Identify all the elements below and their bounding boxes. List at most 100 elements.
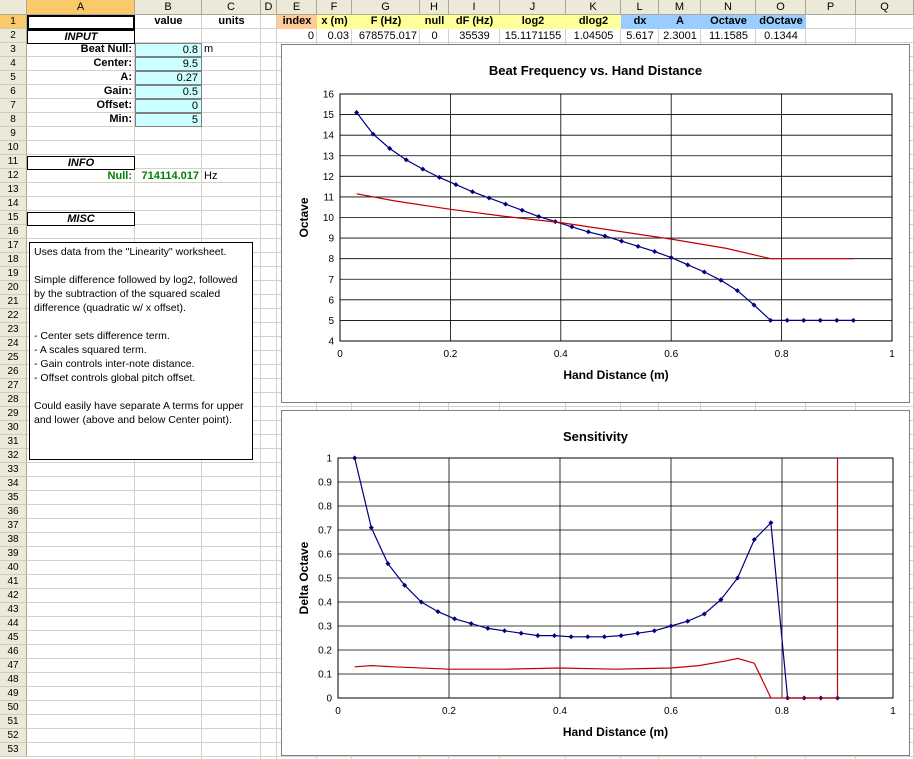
- header-units[interactable]: units: [202, 15, 261, 29]
- param-value-input[interactable]: 5: [135, 113, 202, 127]
- row-header-15[interactable]: 15: [0, 211, 27, 225]
- selected-cell-a1[interactable]: [27, 15, 135, 30]
- row2-f[interactable]: 678575.017: [352, 30, 420, 44]
- header-dx[interactable]: dx: [621, 15, 659, 29]
- row-header-8[interactable]: 8: [0, 113, 27, 127]
- row-header-51[interactable]: 51: [0, 715, 27, 729]
- row2-dx[interactable]: 5.617: [621, 30, 659, 44]
- row-header-22[interactable]: 22: [0, 309, 27, 323]
- row-header-1[interactable]: 1: [0, 15, 27, 29]
- row-header-16[interactable]: 16: [0, 225, 27, 239]
- row-header-35[interactable]: 35: [0, 491, 27, 505]
- misc-section-title[interactable]: MISC: [27, 212, 135, 226]
- row-header-43[interactable]: 43: [0, 603, 27, 617]
- row-header-10[interactable]: 10: [0, 141, 27, 155]
- row-header-21[interactable]: 21: [0, 295, 27, 309]
- row-header-41[interactable]: 41: [0, 575, 27, 589]
- notes-textbox[interactable]: Uses data from the "Linearity" worksheet…: [29, 242, 253, 460]
- row-header-47[interactable]: 47: [0, 659, 27, 673]
- header-octave[interactable]: Octave: [701, 15, 756, 29]
- row-header-20[interactable]: 20: [0, 281, 27, 295]
- row-header-4[interactable]: 4: [0, 57, 27, 71]
- chart-octave[interactable]: Beat Frequency vs. Hand Distance 4 5 6 7 8 9 10…: [281, 44, 910, 403]
- row-header-9[interactable]: 9: [0, 127, 27, 141]
- row-header-13[interactable]: 13: [0, 183, 27, 197]
- header-x[interactable]: x (m): [317, 15, 352, 29]
- row-header-32[interactable]: 32: [0, 449, 27, 463]
- row2-log2[interactable]: 15.1171155: [500, 30, 566, 44]
- input-section-title[interactable]: INPUT: [27, 30, 135, 44]
- column-header-j[interactable]: J: [500, 0, 566, 15]
- row-header-53[interactable]: 53: [0, 743, 27, 757]
- row-header-2[interactable]: 2: [0, 29, 27, 43]
- param-label[interactable]: Center:: [27, 57, 135, 71]
- row-header-34[interactable]: 34: [0, 477, 27, 491]
- row-header-11[interactable]: 11: [0, 155, 27, 169]
- row-header-18[interactable]: 18: [0, 253, 27, 267]
- row-header-25[interactable]: 25: [0, 351, 27, 365]
- column-header-b[interactable]: B: [135, 0, 202, 15]
- column-header-e[interactable]: E: [277, 0, 317, 15]
- row-header-50[interactable]: 50: [0, 701, 27, 715]
- column-header-n[interactable]: N: [701, 0, 756, 15]
- row-header-30[interactable]: 30: [0, 421, 27, 435]
- param-value-input[interactable]: 0.27: [135, 71, 202, 85]
- row-header-40[interactable]: 40: [0, 561, 27, 575]
- column-header-p[interactable]: P: [806, 0, 856, 15]
- null-unit[interactable]: Hz: [202, 170, 261, 184]
- row-header-49[interactable]: 49: [0, 687, 27, 701]
- row-header-38[interactable]: 38: [0, 533, 27, 547]
- header-null[interactable]: null: [420, 15, 449, 29]
- row-header-24[interactable]: 24: [0, 337, 27, 351]
- header-df[interactable]: dF (Hz): [449, 15, 500, 29]
- row2-dlog2[interactable]: 1.04505: [566, 30, 621, 44]
- row-header-29[interactable]: 29: [0, 407, 27, 421]
- column-header-d[interactable]: D: [261, 0, 277, 15]
- row2-df[interactable]: 35539: [449, 30, 500, 44]
- column-header-q[interactable]: Q: [856, 0, 914, 15]
- header-a[interactable]: A: [659, 15, 701, 29]
- row-header-33[interactable]: 33: [0, 463, 27, 477]
- row-header-12[interactable]: 12: [0, 169, 27, 183]
- row-header-23[interactable]: 23: [0, 323, 27, 337]
- header-log2[interactable]: log2: [500, 15, 566, 29]
- header-f[interactable]: F (Hz): [352, 15, 420, 29]
- row-header-17[interactable]: 17: [0, 239, 27, 253]
- header-doctave[interactable]: dOctave: [756, 15, 806, 29]
- info-section-title[interactable]: INFO: [27, 156, 135, 170]
- header-dlog2[interactable]: dlog2: [566, 15, 621, 29]
- column-header-c[interactable]: C: [202, 0, 261, 15]
- row-header-19[interactable]: 19: [0, 267, 27, 281]
- select-all-corner[interactable]: [0, 0, 27, 15]
- null-value[interactable]: 714114.017: [135, 170, 202, 184]
- row2-null[interactable]: 0: [420, 30, 449, 44]
- row2-index[interactable]: 0: [277, 30, 317, 44]
- row-header-14[interactable]: 14: [0, 197, 27, 211]
- param-value-input[interactable]: 0.8: [135, 43, 202, 57]
- column-header-f[interactable]: F: [317, 0, 352, 15]
- column-header-m[interactable]: M: [659, 0, 701, 15]
- row-header-31[interactable]: 31: [0, 435, 27, 449]
- column-header-h[interactable]: H: [420, 0, 449, 15]
- row-header-26[interactable]: 26: [0, 365, 27, 379]
- row-header-52[interactable]: 52: [0, 729, 27, 743]
- param-value-input[interactable]: 9.5: [135, 57, 202, 71]
- param-value-input[interactable]: 0: [135, 99, 202, 113]
- column-header-o[interactable]: O: [756, 0, 806, 15]
- row-header-7[interactable]: 7: [0, 99, 27, 113]
- chart-sensitivity[interactable]: Sensitivity 0 0.1 0.2 0.3 0.4 0.5 0.6 0.7 0.8 0.9 1…: [281, 410, 910, 756]
- row-header-27[interactable]: 27: [0, 379, 27, 393]
- row-header-37[interactable]: 37: [0, 519, 27, 533]
- row-header-46[interactable]: 46: [0, 645, 27, 659]
- param-label[interactable]: Offset:: [27, 99, 135, 113]
- param-value-input[interactable]: 0.5: [135, 85, 202, 99]
- column-header-a[interactable]: A: [27, 0, 135, 15]
- row-header-45[interactable]: 45: [0, 631, 27, 645]
- row-header-6[interactable]: 6: [0, 85, 27, 99]
- row-header-42[interactable]: 42: [0, 589, 27, 603]
- row-header-48[interactable]: 48: [0, 673, 27, 687]
- header-index[interactable]: index: [277, 15, 317, 29]
- header-value[interactable]: value: [135, 15, 202, 29]
- column-header-i[interactable]: I: [449, 0, 500, 15]
- null-label[interactable]: Null:: [27, 170, 135, 184]
